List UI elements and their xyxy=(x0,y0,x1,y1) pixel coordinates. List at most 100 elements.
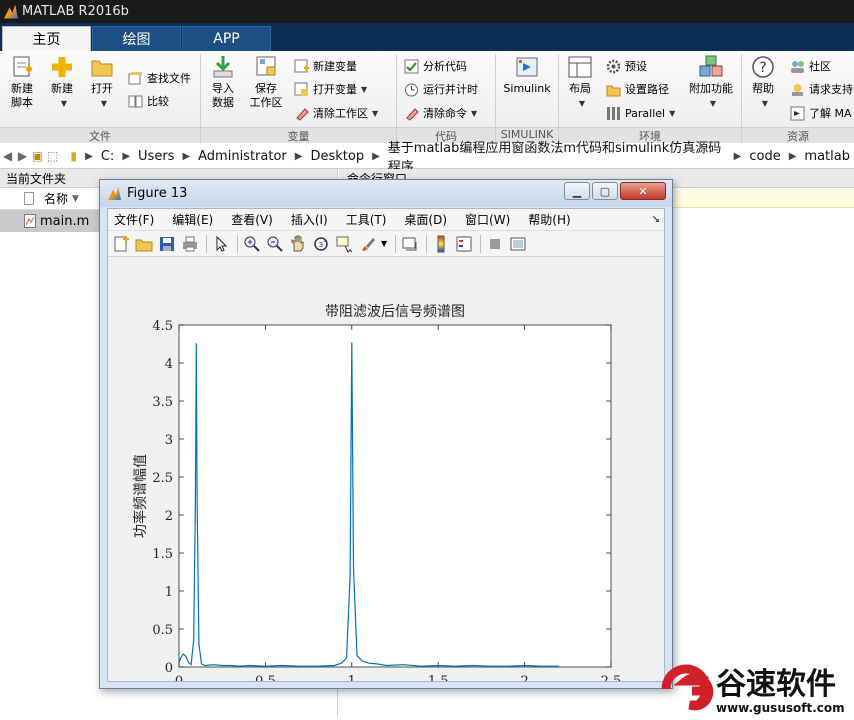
pointer-arrow-icon[interactable] xyxy=(212,235,230,253)
chart-title: 带阻滤波后信号频谱图 xyxy=(325,304,465,320)
new-variable-icon xyxy=(294,59,309,74)
support-icon xyxy=(790,82,805,97)
show-plot-tools-icon[interactable] xyxy=(509,235,527,253)
back-arrow-icon[interactable]: ◀ xyxy=(0,149,15,163)
minimize-button[interactable]: ▁ xyxy=(564,182,590,200)
add-ons-cubes-icon xyxy=(698,55,724,79)
toolbar-divider xyxy=(237,234,238,253)
watermark-logo: 谷速软件 www.gususoft.com xyxy=(656,662,854,717)
learn-book-icon xyxy=(790,106,805,121)
save-workspace-icon xyxy=(253,55,279,79)
pan-hand-icon[interactable] xyxy=(289,235,307,253)
x-tick-label: 0 xyxy=(175,674,183,681)
data-cursor-icon[interactable] xyxy=(335,235,353,253)
new-button[interactable]: 新建 ▼ xyxy=(44,55,80,111)
toolbar-divider xyxy=(426,234,428,253)
menu-tools[interactable]: 工具(T) xyxy=(346,211,387,228)
matlab-logo-icon xyxy=(108,187,121,200)
path-crumb[interactable]: code xyxy=(749,149,780,164)
parallel-bars-icon xyxy=(606,106,621,121)
colorbar-icon[interactable] xyxy=(432,235,450,253)
analyze-code-button[interactable]: 分析代码 xyxy=(404,56,467,76)
path-crumb[interactable]: Users xyxy=(138,149,174,164)
figure-window: Figure 13 ▁ ▢ ✕ 文件(F) 编辑(E) 查看(V) 插入(I) … xyxy=(99,179,673,711)
clear-workspace-button[interactable]: 清除工作区 ▼ xyxy=(294,103,378,123)
folder-icon: ▮ xyxy=(70,149,77,163)
set-path-button[interactable]: 设置路径 xyxy=(606,79,669,99)
run-time-icon xyxy=(404,82,419,97)
request-support-button[interactable]: 请求支持 xyxy=(790,79,853,99)
menu-file[interactable]: 文件(F) xyxy=(114,211,154,228)
folder-path-icon xyxy=(606,82,621,97)
new-variable-button[interactable]: 新建变量 xyxy=(294,56,357,76)
open-variable-button[interactable]: 打开变量 ▼ xyxy=(294,79,367,99)
figure-body: 文件(F) 编辑(E) 查看(V) 插入(I) 工具(T) 桌面(D) 窗口(W… xyxy=(107,208,665,711)
menu-desktop[interactable]: 桌面(D) xyxy=(404,211,447,228)
menu-help[interactable]: 帮助(H) xyxy=(528,211,570,228)
zoom-out-icon[interactable] xyxy=(266,235,284,253)
y-tick-label: 2 xyxy=(165,509,173,524)
sort-arrow-icon: ▼ xyxy=(72,193,79,204)
brush-icon[interactable] xyxy=(358,235,376,253)
print-icon[interactable] xyxy=(181,235,199,253)
tab-apps[interactable]: APP xyxy=(182,26,271,51)
compare-button[interactable]: 比较 xyxy=(128,91,169,111)
browse-folder-icon[interactable]: ⬚ xyxy=(45,149,60,163)
x-tick-label: 0.5 xyxy=(255,674,276,681)
layout-button[interactable]: 布局 ▼ xyxy=(564,55,596,111)
new-plus-icon xyxy=(49,55,75,79)
rotate-3d-icon[interactable]: 3 xyxy=(312,235,330,253)
community-button[interactable]: 社区 xyxy=(790,56,831,76)
simulink-icon xyxy=(514,55,540,79)
zoom-in-icon[interactable] xyxy=(243,235,261,253)
path-crumb[interactable]: Administrator xyxy=(198,149,287,164)
y-tick-label: 4.5 xyxy=(152,319,173,334)
path-crumb[interactable]: Desktop xyxy=(310,149,364,164)
import-data-button[interactable]: 导入 数据 xyxy=(206,55,240,110)
clear-commands-button[interactable]: 清除命令 ▼ xyxy=(404,103,477,123)
save-workspace-button[interactable]: 保存 工作区 xyxy=(246,55,286,110)
y-tick-label: 3.5 xyxy=(152,395,173,410)
community-people-icon xyxy=(790,59,805,74)
parallel-button[interactable]: Parallel ▼ xyxy=(606,103,675,123)
add-ons-button[interactable]: 附加功能 ▼ xyxy=(688,55,734,111)
path-crumb[interactable]: C: xyxy=(101,149,114,164)
link-plot-icon[interactable] xyxy=(401,235,419,253)
forward-arrow-icon[interactable]: ▶ xyxy=(15,149,30,163)
legend-icon[interactable] xyxy=(455,235,473,253)
open-variable-icon xyxy=(294,82,309,97)
find-files-button[interactable]: 查找文件 xyxy=(128,68,191,88)
path-crumb[interactable]: matlab xyxy=(804,149,850,164)
preferences-button[interactable]: 预设 xyxy=(606,56,647,76)
menu-view[interactable]: 查看(V) xyxy=(231,211,273,228)
help-button[interactable]: ? 帮助 ▼ xyxy=(748,55,778,111)
open-button[interactable]: 打开 ▼ xyxy=(86,55,118,111)
new-script-button[interactable]: 新建 脚本 xyxy=(6,55,38,110)
simulink-button[interactable]: Simulink xyxy=(503,55,551,96)
menu-edit[interactable]: 编辑(E) xyxy=(172,211,213,228)
up-folder-icon[interactable]: ▣ xyxy=(30,149,45,163)
learn-matlab-button[interactable]: 了解 MA xyxy=(790,103,852,123)
tab-home[interactable]: 主页 xyxy=(2,26,91,51)
tab-plots[interactable]: 绘图 xyxy=(92,26,181,51)
hide-plot-tools-icon[interactable] xyxy=(486,235,504,253)
menu-overflow-icon[interactable]: ↘ xyxy=(652,214,660,225)
menu-insert[interactable]: 插入(I) xyxy=(291,211,328,228)
run-and-time-button[interactable]: 运行并计时 xyxy=(404,79,478,99)
plot-area: 00.511.522.500.511.522.533.544.5×10⁴带阻滤波… xyxy=(108,259,664,711)
current-folder-path-bar: ◀ ▶ ▣ ⬚ ▮ ▶ C: ▶ Users ▶ Administrator ▶ De… xyxy=(0,141,854,175)
app-title-bar: MATLAB R2016b xyxy=(0,0,854,23)
app-title: MATLAB R2016b xyxy=(22,4,129,19)
new-figure-icon[interactable] xyxy=(112,235,130,253)
save-icon[interactable] xyxy=(158,235,176,253)
axes-box xyxy=(178,324,612,668)
close-button[interactable]: ✕ xyxy=(620,182,666,200)
brush-dropdown-icon[interactable]: ▼ xyxy=(381,239,387,248)
open-file-icon[interactable] xyxy=(135,235,153,253)
clear-commands-icon xyxy=(404,106,419,121)
ribbon-tab-row: 主页 绘图 APP xyxy=(0,23,854,51)
maximize-button[interactable]: ▢ xyxy=(592,182,618,200)
menu-window[interactable]: 窗口(W) xyxy=(465,211,510,228)
clear-workspace-icon xyxy=(294,106,309,121)
y-tick-label: 1.5 xyxy=(152,547,173,562)
